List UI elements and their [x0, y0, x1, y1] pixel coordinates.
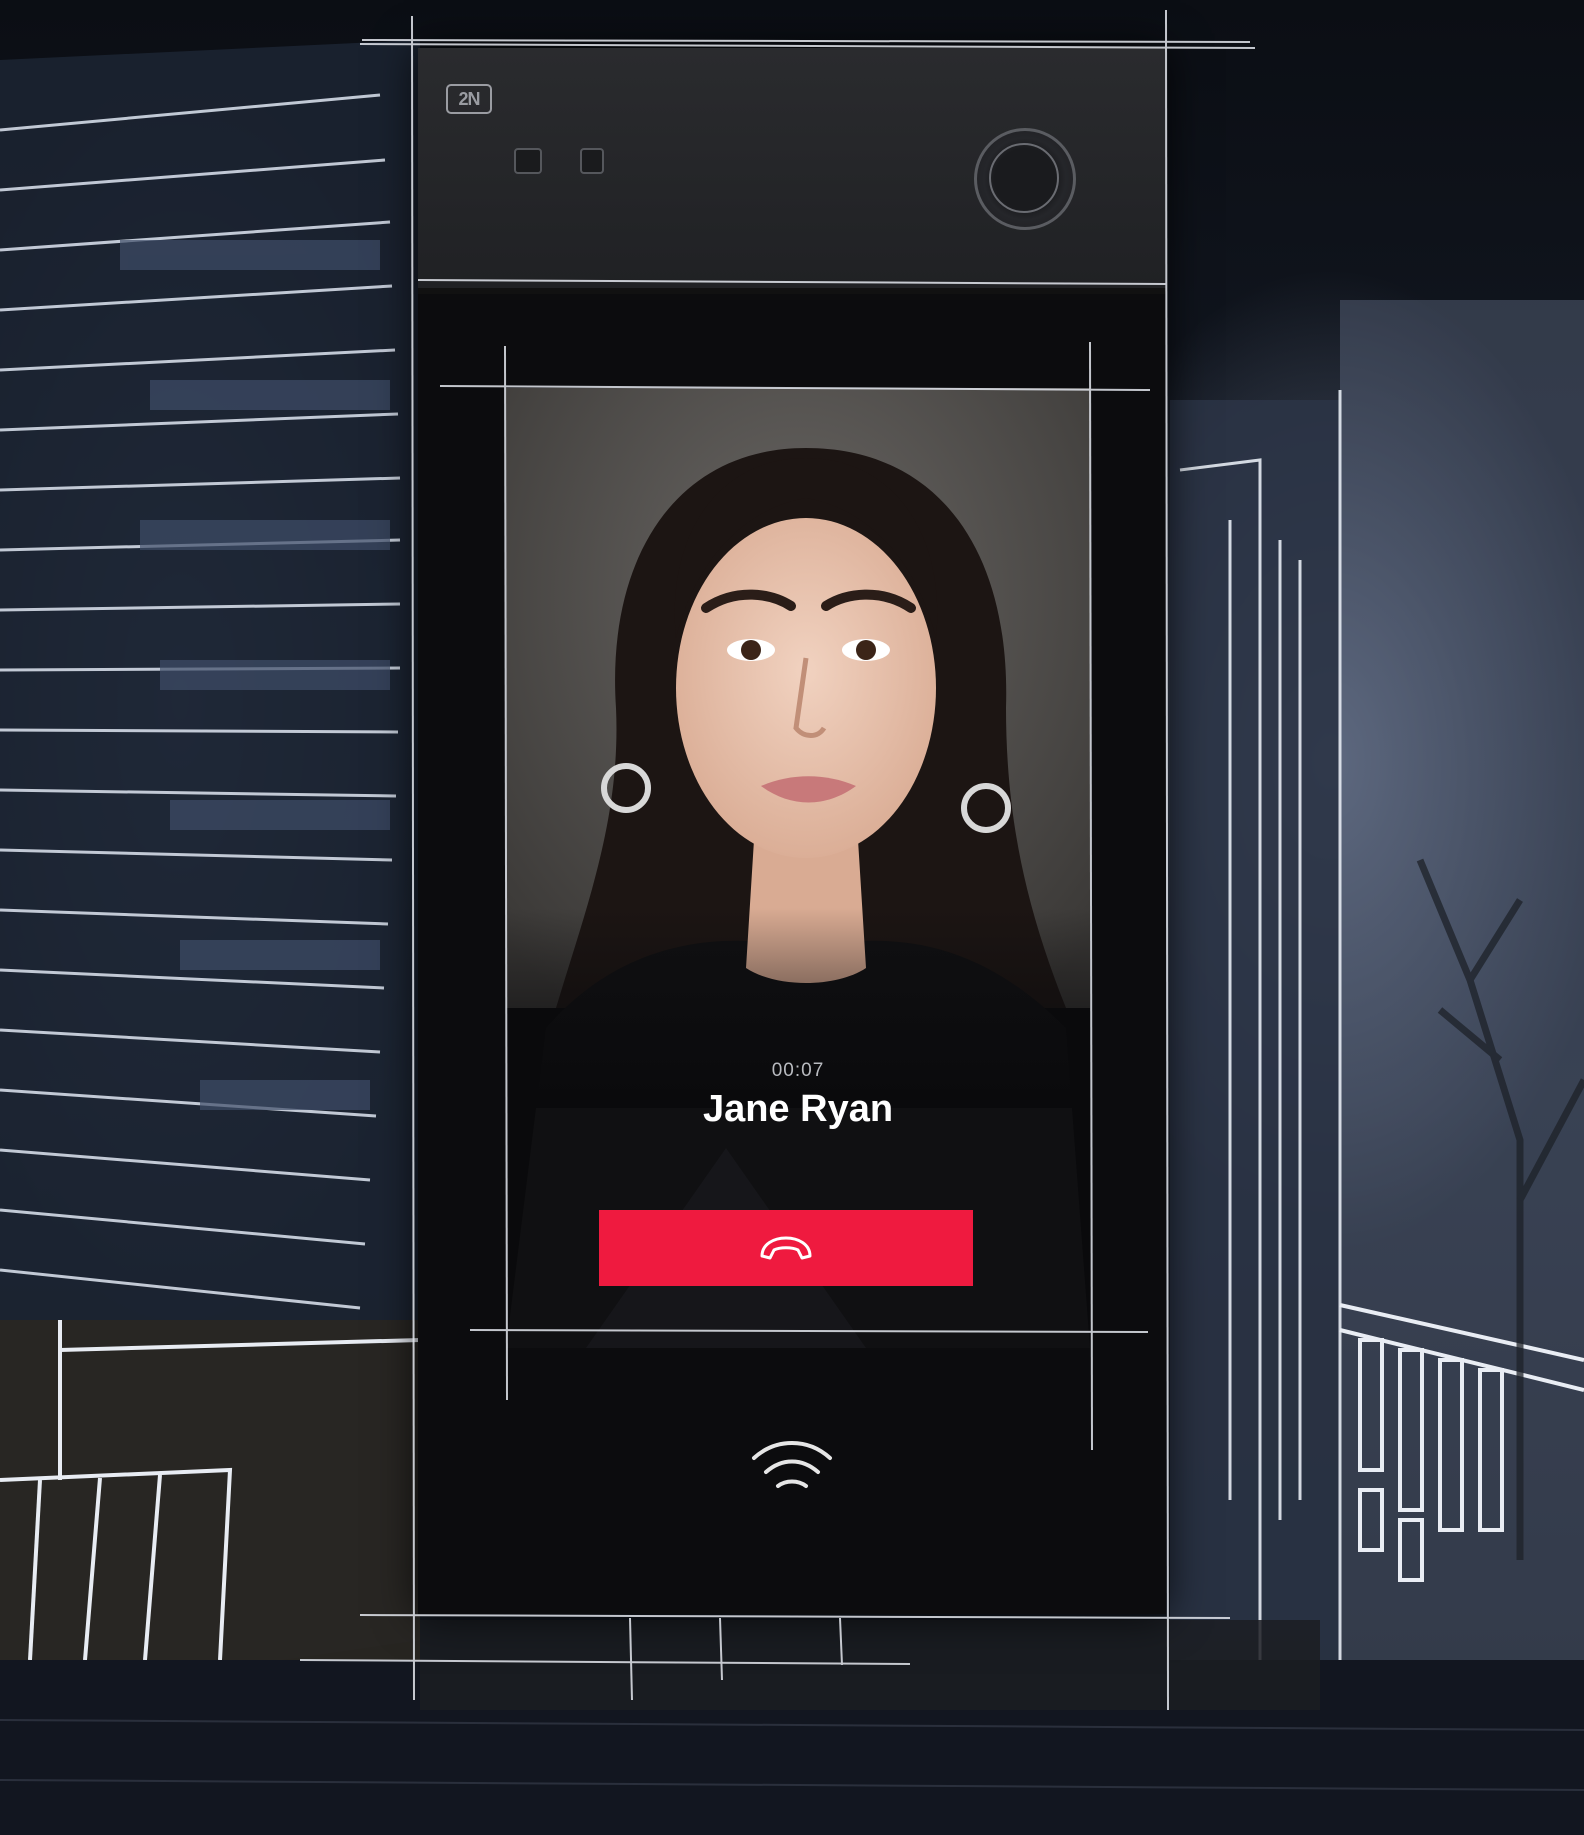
- call-timer: 00:07: [771, 1060, 825, 1081]
- contactless-wave-icon: [752, 1441, 832, 1488]
- camera-lens-icon: [974, 128, 1076, 230]
- call-screen: 00:07 Jane Ryan: [506, 388, 1090, 1348]
- device-header-panel: 2N: [418, 48, 1166, 294]
- proximity-sensor-icon: [514, 148, 542, 174]
- phone-hangup-icon: [760, 1236, 812, 1260]
- intercom-scene: 2N 00:07 Jane Ryan: [0, 0, 1584, 1835]
- hangup-button[interactable]: [599, 1210, 973, 1286]
- intercom-device: 2N 00:07 Jane Ryan: [418, 48, 1166, 1614]
- light-sensor-icon: [580, 148, 604, 174]
- brand-logo: 2N: [446, 84, 492, 114]
- caller-video-feed: [506, 388, 1090, 1348]
- caller-name: Jane Ryan: [702, 1088, 894, 1130]
